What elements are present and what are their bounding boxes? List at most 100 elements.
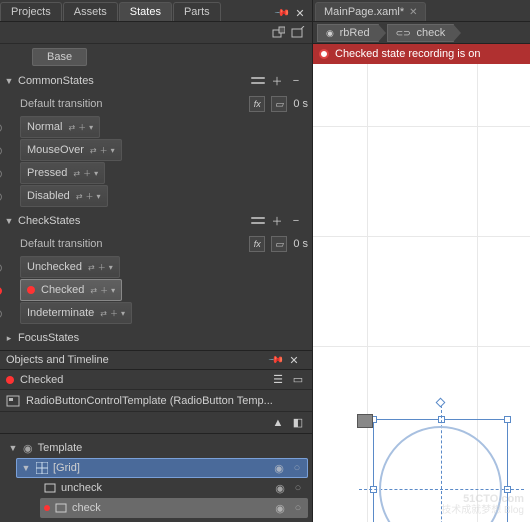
state-disabled[interactable]: Disabled ⇄＋▾ bbox=[20, 185, 108, 207]
state-label: Indeterminate bbox=[27, 307, 94, 319]
visibility-icon[interactable]: ◉ bbox=[273, 482, 287, 495]
crumb-check[interactable]: ⊂⊃ check bbox=[387, 24, 455, 42]
add-state-icon[interactable] bbox=[270, 25, 286, 41]
record-indicator-icon bbox=[6, 376, 14, 384]
record-indicator-icon bbox=[27, 286, 35, 294]
transition-value[interactable]: 0 s bbox=[293, 98, 308, 110]
state-label: Normal bbox=[27, 121, 62, 133]
watermark: 51CTO.com 技术成就梦想 Blog bbox=[441, 493, 524, 516]
transition-preview-icon[interactable] bbox=[250, 213, 266, 229]
rect-icon bbox=[44, 482, 56, 494]
template-scope-row[interactable]: RadioButtonControlTemplate (RadioButton … bbox=[0, 390, 312, 412]
design-canvas[interactable]: 51CTO.com 技术成就梦想 Blog bbox=[313, 64, 530, 522]
effect-icon[interactable]: ▭ bbox=[271, 96, 287, 112]
state-group-check[interactable]: ▼ CheckStates ＋ − bbox=[4, 210, 308, 232]
storyboard-picker-icon[interactable]: ☰ bbox=[270, 372, 286, 388]
base-state[interactable]: Base bbox=[32, 48, 87, 66]
minus-icon[interactable]: − bbox=[288, 73, 304, 89]
lock-icon[interactable]: ○ bbox=[292, 482, 304, 494]
chevron-right-icon: ▸ bbox=[4, 333, 14, 344]
tab-states[interactable]: States bbox=[119, 2, 172, 21]
chevron-down-icon: ▼ bbox=[21, 463, 31, 473]
chevron-down-icon: ▼ bbox=[4, 76, 14, 86]
chevron-down-icon: ▼ bbox=[8, 443, 18, 453]
tree-grid[interactable]: ▼ [Grid] ◉ ○ bbox=[16, 458, 308, 478]
objects-panel-header: Objects and Timeline 📌 ✕ bbox=[0, 350, 312, 370]
transition-value[interactable]: 0 s bbox=[293, 238, 308, 250]
objects-toolbar: ▲ ◧ bbox=[0, 412, 312, 434]
states-list: Base ▼ CommonStates ＋ − Default transiti… bbox=[0, 44, 312, 350]
state-mouseover[interactable]: MouseOver ⇄＋▾ bbox=[20, 139, 122, 161]
state-unchecked[interactable]: Unchecked ⇄＋▾ bbox=[20, 256, 120, 278]
state-label: Pressed bbox=[27, 167, 67, 179]
rect-icon bbox=[55, 502, 67, 514]
easing-icon[interactable]: fx bbox=[249, 236, 265, 252]
state-group-focus[interactable]: ▸ FocusStates bbox=[4, 327, 308, 349]
object-tree: ▼ ◉ Template ▼ [Grid] ◉ ○ uncheck ◉ ○ ch… bbox=[0, 434, 312, 522]
tab-label: MainPage.xaml* bbox=[324, 6, 404, 18]
transition-preview-icon[interactable] bbox=[250, 73, 266, 89]
state-label: Disabled bbox=[27, 190, 70, 202]
transition-label: Default transition bbox=[20, 98, 243, 110]
crumb-label: rbRed bbox=[340, 27, 370, 39]
grid-icon bbox=[36, 462, 48, 474]
current-state-label: Checked bbox=[20, 374, 63, 386]
tab-projects[interactable]: Projects bbox=[0, 2, 62, 21]
lock-icon[interactable]: ○ bbox=[292, 502, 304, 514]
breadcrumb: ◉ rbRed ⊂⊃ check bbox=[313, 22, 530, 44]
state-group-common[interactable]: ▼ CommonStates ＋ − bbox=[4, 70, 308, 92]
state-label: Checked bbox=[41, 284, 84, 296]
panel-title: Objects and Timeline bbox=[6, 354, 109, 366]
close-icon[interactable]: ✕ bbox=[409, 7, 417, 18]
add-state-group-icon[interactable] bbox=[290, 25, 306, 41]
tree-label: uncheck bbox=[61, 482, 102, 494]
state-pressed[interactable]: Pressed ⇄＋▾ bbox=[20, 162, 105, 184]
state-checked[interactable]: Checked ⇄＋▾ bbox=[20, 279, 122, 301]
link-icon: ⊂⊃ bbox=[396, 28, 411, 38]
state-indeterminate[interactable]: Indeterminate ⇄＋▾ bbox=[20, 302, 132, 324]
chevron-down-icon: ▼ bbox=[4, 216, 14, 226]
group-label: CheckStates bbox=[18, 215, 246, 227]
tab-parts[interactable]: Parts bbox=[173, 2, 221, 21]
record-dot-icon bbox=[0, 287, 2, 295]
tree-check[interactable]: check ◉ ○ bbox=[40, 498, 308, 518]
easing-icon[interactable]: fx bbox=[249, 96, 265, 112]
rotation-handle[interactable] bbox=[436, 398, 446, 408]
tree-template-root[interactable]: ▼ ◉ Template bbox=[4, 438, 308, 458]
close-icon[interactable]: ✕ bbox=[286, 352, 302, 368]
tree-label: check bbox=[72, 502, 101, 514]
add-state-icon[interactable]: ＋ bbox=[269, 73, 285, 89]
state-normal[interactable]: Normal ⇄＋▾ bbox=[20, 116, 100, 138]
pin-icon[interactable]: 📌 bbox=[271, 2, 294, 25]
template-name: RadioButtonControlTemplate (RadioButton … bbox=[26, 395, 273, 407]
add-state-icon[interactable]: ＋ bbox=[269, 213, 285, 229]
radio-icon: ◉ bbox=[326, 28, 334, 38]
lock-icon[interactable]: ○ bbox=[291, 462, 303, 474]
eyedropper-icon: ◉ bbox=[23, 442, 33, 455]
tree-label: Template bbox=[38, 442, 83, 454]
tree-uncheck[interactable]: uncheck ◉ ○ bbox=[40, 478, 308, 498]
transition-label: Default transition bbox=[20, 238, 243, 250]
crumb-label: check bbox=[416, 27, 445, 39]
crumb-rbred[interactable]: ◉ rbRed bbox=[317, 24, 379, 42]
visibility-icon[interactable]: ◉ bbox=[272, 462, 286, 475]
pin-icon[interactable]: 📌 bbox=[265, 349, 288, 372]
close-icon[interactable]: ✕ bbox=[292, 5, 308, 21]
scope-up-icon[interactable]: ▲ bbox=[270, 415, 286, 431]
layer-badge-icon bbox=[357, 414, 373, 428]
visibility-icon[interactable]: ◉ bbox=[273, 502, 287, 515]
new-storyboard-icon[interactable]: ▭ bbox=[290, 372, 306, 388]
tab-assets[interactable]: Assets bbox=[63, 2, 118, 21]
group-label: FocusStates bbox=[18, 332, 308, 344]
recording-status-bar: Checked state recording is on bbox=[313, 44, 530, 64]
toggle-timeline-icon[interactable]: ◧ bbox=[290, 415, 306, 431]
current-state-row: Checked ☰ ▭ bbox=[0, 370, 312, 390]
minus-icon[interactable]: − bbox=[288, 213, 304, 229]
document-tabs: MainPage.xaml* ✕ bbox=[313, 0, 530, 22]
document-tab[interactable]: MainPage.xaml* ✕ bbox=[315, 2, 426, 21]
effect-icon[interactable]: ▭ bbox=[271, 236, 287, 252]
state-label: Unchecked bbox=[27, 261, 82, 273]
template-icon bbox=[6, 394, 20, 408]
arrow-icon[interactable]: ⇄ bbox=[68, 123, 75, 132]
tool-tabs: Projects Assets States Parts 📌 ✕ bbox=[0, 0, 312, 22]
